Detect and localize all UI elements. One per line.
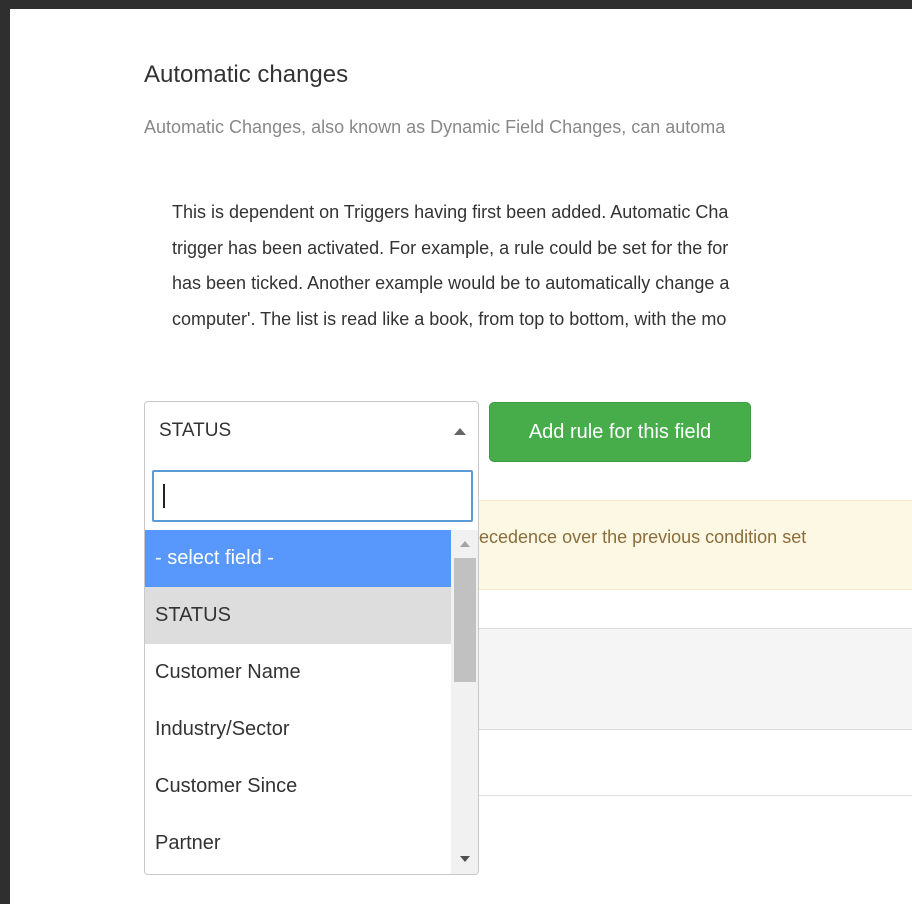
description-line: has been ticked. Another example would b… — [172, 273, 730, 293]
option-customer-name[interactable]: Customer Name — [145, 644, 451, 701]
page-title: Automatic changes — [144, 61, 349, 88]
alert-text: ecedence over the previous condition set — [479, 527, 807, 547]
description-line: computer'. The list is read like a book,… — [172, 308, 727, 329]
description-line: This is dependent on Triggers having fir… — [172, 202, 729, 222]
dropdown-scrollbar[interactable] — [451, 530, 478, 874]
scrollbar-thumb[interactable] — [454, 558, 476, 682]
option-select-field[interactable]: - select field - — [145, 530, 451, 587]
content-panel: Automatic changes Automatic Changes, als… — [10, 9, 912, 904]
rules-panel — [478, 628, 912, 730]
option-customer-since[interactable]: Customer Since — [145, 758, 451, 815]
description-line: trigger has been activated. For example,… — [172, 237, 729, 258]
options-list: - select field - STATUS Customer Name In… — [145, 530, 451, 872]
option-partner[interactable]: Partner — [145, 815, 451, 872]
add-rule-button[interactable]: Add rule for this field — [489, 402, 751, 462]
description-paragraph: This is dependent on Triggers having fir… — [172, 195, 729, 337]
scroll-up-icon[interactable] — [460, 541, 470, 547]
option-industry-sector[interactable]: Industry/Sector — [145, 701, 451, 758]
text-cursor — [163, 484, 165, 508]
scroll-down-icon[interactable] — [460, 856, 470, 862]
field-select-value: STATUS — [159, 420, 232, 441]
dropdown-search-input[interactable] — [152, 470, 473, 522]
warning-alert: ecedence over the previous condition set — [478, 500, 912, 590]
field-select[interactable]: STATUS — [144, 401, 479, 461]
divider — [478, 795, 912, 796]
chevron-up-icon — [454, 428, 466, 435]
page-subtitle: Automatic Changes, also known as Dynamic… — [144, 117, 726, 137]
option-status[interactable]: STATUS — [145, 587, 451, 644]
field-select-dropdown: - select field - STATUS Customer Name In… — [144, 460, 479, 875]
